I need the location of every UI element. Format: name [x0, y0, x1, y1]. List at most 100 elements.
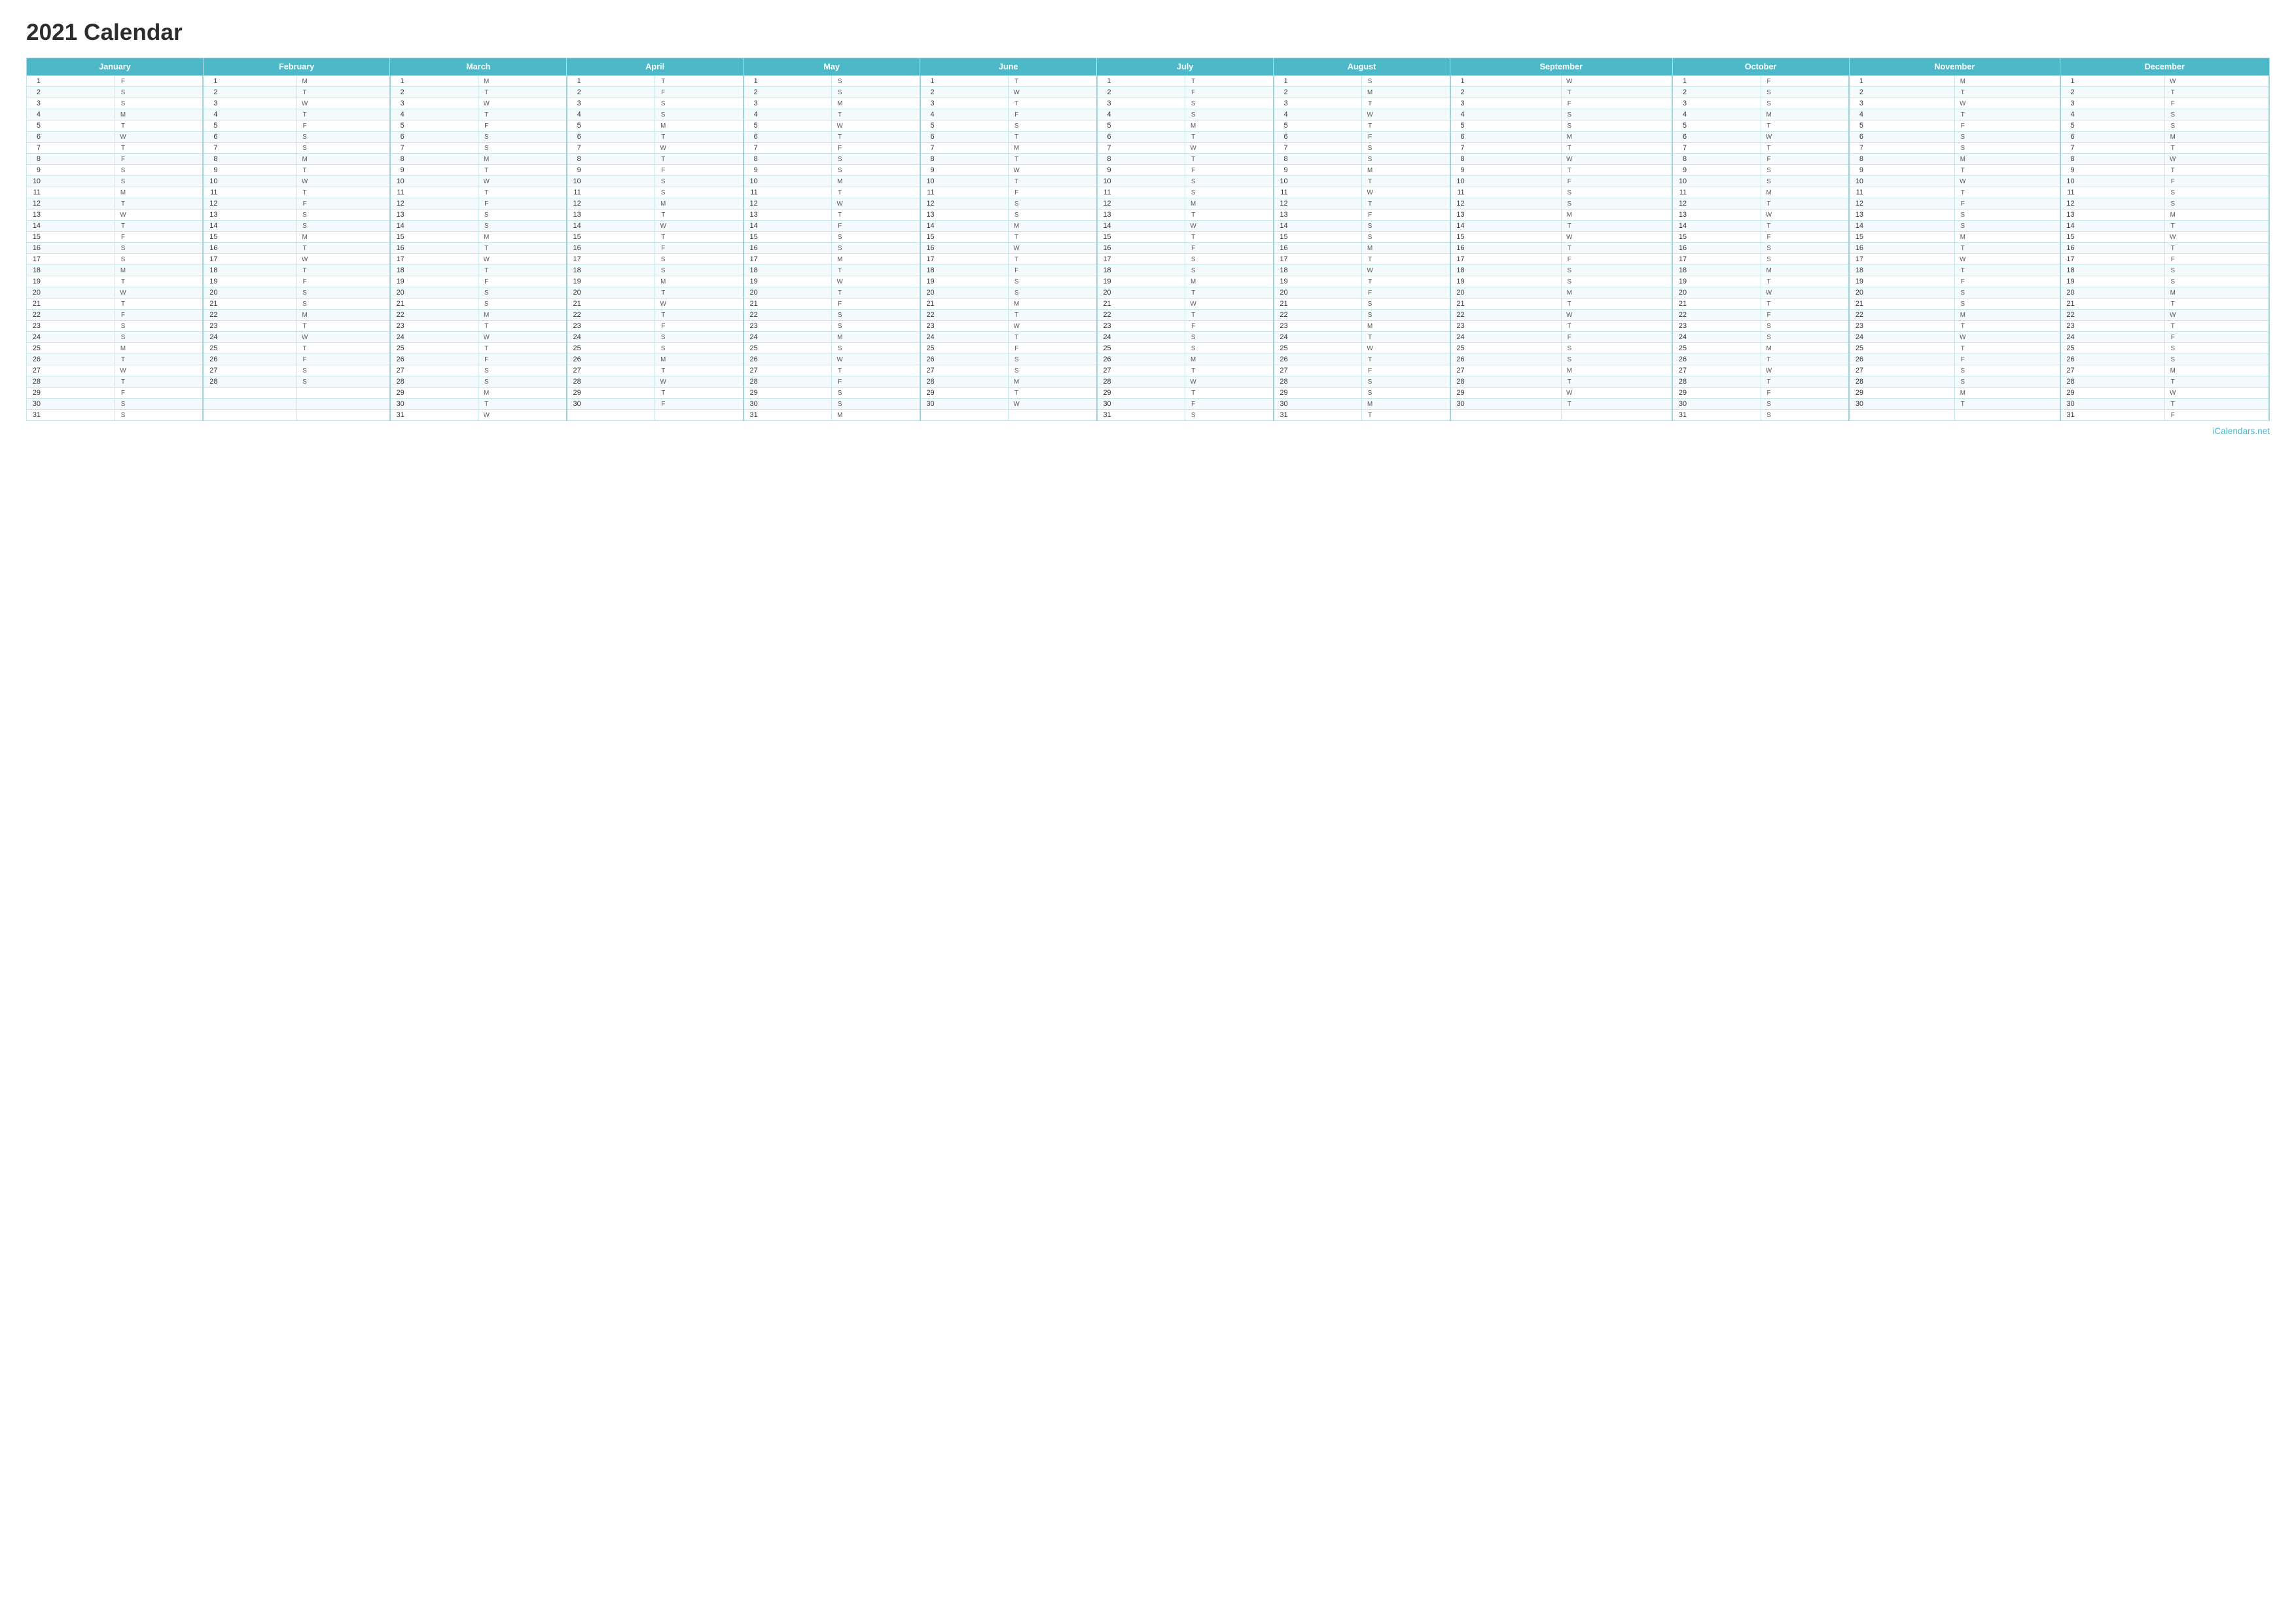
day-code-cell: M: [2164, 210, 2269, 221]
day-code: M: [1565, 289, 1574, 297]
day-number-cell: 5: [2060, 120, 2165, 132]
day-code-cell: F: [1761, 388, 1849, 399]
day-number: 7: [206, 144, 217, 152]
day-number: 28: [2063, 378, 2075, 386]
day-code-cell: F: [832, 376, 920, 388]
day-code-cell: T: [115, 143, 203, 154]
day-number: 29: [1100, 389, 1111, 397]
day-code-cell: W: [1185, 221, 1274, 232]
day-number-cell: 26: [744, 354, 832, 365]
table-row: 10S10W10W10S10M10T10S10T10F10S10W10F: [27, 176, 2270, 187]
day-code: S: [118, 178, 128, 185]
day-code-cell: W: [1362, 343, 1450, 354]
day-code-cell: S: [1561, 198, 1672, 210]
day-code-cell: F: [1954, 354, 2060, 365]
day-number-cell: 9: [390, 165, 478, 176]
day-code: M: [1765, 111, 1774, 119]
day-number: 1: [2063, 77, 2075, 85]
table-row: 2S2T2T2F2S2W2F2M2T2S2T2T: [27, 87, 2270, 98]
day-code: T: [300, 111, 310, 119]
day-code: T: [2168, 223, 2178, 230]
day-code-cell: S: [1761, 243, 1849, 254]
day-number: 22: [1675, 311, 1687, 319]
day-number: 6: [746, 133, 758, 141]
day-number-cell: 30: [1274, 399, 1362, 410]
day-number: 13: [29, 211, 41, 219]
day-code: W: [1958, 178, 1967, 185]
day-number: 24: [393, 333, 404, 341]
day-number: 17: [1852, 255, 1863, 263]
day-code: S: [1365, 223, 1374, 230]
day-number-cell: 30: [2060, 399, 2165, 410]
day-number-cell: 29: [1672, 388, 1761, 399]
day-number-cell: 9: [1274, 165, 1362, 176]
day-code-cell: S: [655, 254, 744, 265]
day-code-cell: S: [1761, 98, 1849, 109]
day-number: 14: [1852, 222, 1863, 230]
day-number-cell: 16: [567, 243, 655, 254]
day-number-cell: 17: [1097, 254, 1185, 265]
day-number-cell: 7: [567, 143, 655, 154]
day-number: 9: [923, 166, 935, 174]
day-code-cell: W: [115, 210, 203, 221]
day-code-cell: W: [2164, 388, 2269, 399]
day-number: 11: [569, 189, 581, 196]
day-number: 12: [2063, 200, 2075, 208]
day-number-cell: 5: [27, 120, 115, 132]
day-number-cell: 23: [2060, 321, 2165, 332]
day-number: 15: [923, 233, 935, 241]
day-number: 1: [746, 77, 758, 85]
day-number-cell: 1: [920, 76, 1009, 87]
day-code: M: [835, 100, 844, 107]
day-number-cell: 13: [744, 210, 832, 221]
day-code: S: [1958, 145, 1967, 152]
day-number: 31: [1100, 411, 1111, 419]
day-number: 18: [1675, 266, 1687, 274]
day-number: 29: [1675, 389, 1687, 397]
day-number-cell: 22: [1274, 310, 1362, 321]
day-code: F: [658, 167, 668, 174]
day-number-cell: 6: [203, 132, 296, 143]
day-number-cell: 17: [1672, 254, 1761, 265]
day-number: 1: [1276, 77, 1288, 85]
day-code-cell: F: [1185, 243, 1274, 254]
day-code-cell: T: [1009, 132, 1097, 143]
day-code: W: [1958, 256, 1967, 263]
day-code: F: [1012, 267, 1021, 274]
day-number: 11: [393, 189, 404, 196]
day-number: 19: [1852, 278, 1863, 285]
table-row: 25M25T25T25S25S25F25S25W25S25M25T25S: [27, 343, 2270, 354]
table-row: 16S16T16T16F16S16W16F16M16T16S16T16T: [27, 243, 2270, 254]
day-code: T: [118, 223, 128, 230]
day-number: 16: [1675, 244, 1687, 252]
day-number: 19: [29, 278, 41, 285]
day-number: 16: [1453, 244, 1465, 252]
day-code-cell: F: [1761, 232, 1849, 243]
day-number: 22: [746, 311, 758, 319]
day-code-cell: T: [1561, 321, 1672, 332]
table-row: 13W13S13S13T13T13S13T13F13M13W13S13M: [27, 210, 2270, 221]
day-number: 9: [393, 166, 404, 174]
day-code-cell: F: [478, 120, 567, 132]
day-code: M: [1765, 267, 1774, 274]
day-code: T: [2168, 167, 2178, 174]
day-number: 4: [1100, 111, 1111, 119]
day-code-cell: F: [1954, 276, 2060, 287]
day-number: 2: [29, 88, 41, 96]
day-number-cell: 27: [1450, 365, 1562, 376]
day-code-cell: W: [1009, 243, 1097, 254]
day-code-cell: F: [296, 120, 390, 132]
day-code-cell: T: [1362, 332, 1450, 343]
day-number-cell: 10: [567, 176, 655, 187]
day-code-cell: M: [1761, 187, 1849, 198]
day-code-cell: S: [655, 343, 744, 354]
day-number-cell: 17: [744, 254, 832, 265]
day-number: 12: [1852, 200, 1863, 208]
day-code: F: [482, 122, 491, 130]
day-code: S: [482, 223, 491, 230]
day-code: F: [1012, 189, 1021, 196]
day-code-cell: T: [115, 376, 203, 388]
day-code-cell: F: [115, 232, 203, 243]
day-code: F: [1365, 367, 1374, 374]
day-code-cell: S: [1362, 221, 1450, 232]
